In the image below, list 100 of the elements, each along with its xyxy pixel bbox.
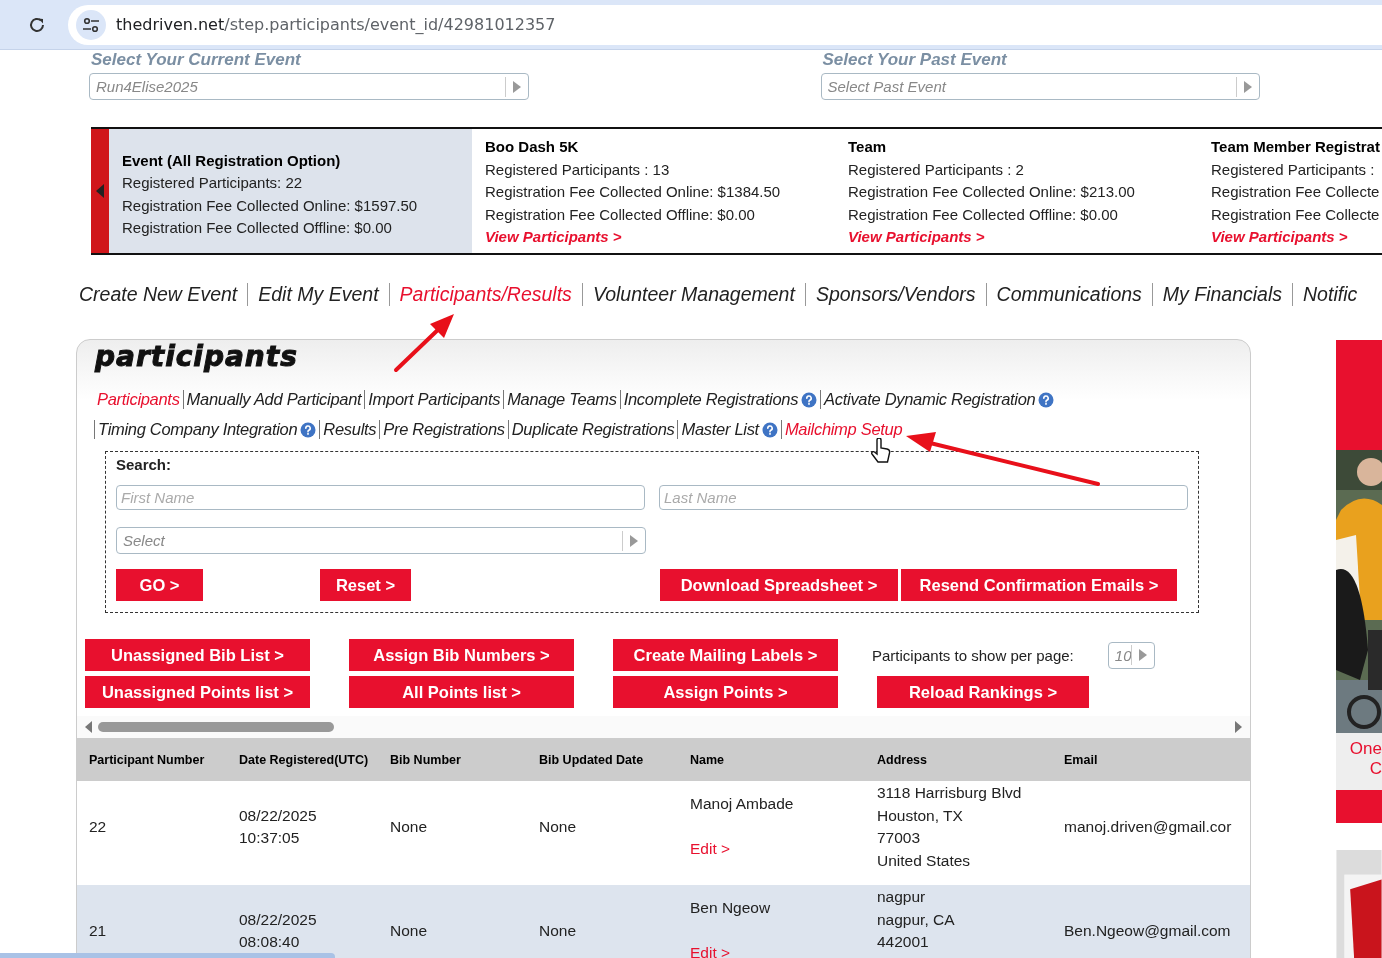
ad-text: One (1349, 739, 1382, 759)
horizontal-scrollbar[interactable] (77, 716, 1250, 738)
per-page-dropdown[interactable]: 10 (1107, 641, 1156, 669)
help-icon[interactable] (761, 421, 778, 438)
event-title: Team Member Registrat (1211, 137, 1380, 157)
scroll-left-icon[interactable] (85, 721, 92, 733)
action-button[interactable]: Unassigned Points list > (85, 676, 310, 708)
sub-nav-link[interactable]: Master List (677, 420, 781, 439)
sub-nav-link[interactable]: Timing Company Integration (94, 420, 320, 439)
view-participants-link[interactable]: View Participants > (1211, 226, 1348, 249)
sub-nav-link[interactable]: Results (319, 420, 380, 439)
action-button[interactable]: Unassigned Bib List > (85, 639, 310, 671)
left-arrow-icon[interactable] (96, 184, 104, 198)
table-cell: None (378, 885, 527, 958)
site-settings-icon[interactable] (82, 16, 100, 33)
sub-nav-link[interactable]: Participants (94, 390, 183, 409)
action-button[interactable]: Resend Confirmation Emails > (901, 569, 1177, 601)
date-text: 08/22/2025 (239, 909, 317, 930)
nav-link[interactable]: Volunteer Management (581, 283, 805, 306)
event-stat: Registration Fee Collecte (1211, 204, 1380, 225)
date-text: 08/22/2025 (239, 805, 317, 826)
nav-link[interactable]: Notific (1292, 283, 1368, 306)
event-dropdown[interactable]: Run4Elise2025 (89, 73, 529, 100)
event-stat: Registration Fee Collected Offline: $0.00 (848, 204, 1118, 225)
scroll-right-icon[interactable] (1235, 721, 1242, 733)
edit-link[interactable]: Edit > (690, 941, 731, 958)
dropdown-arrow-icon (1244, 80, 1252, 93)
event-stat: Registered Participants : 13 (485, 159, 670, 180)
hand-cursor-icon (870, 438, 892, 466)
help-icon[interactable] (801, 391, 818, 408)
table-cell: Ben.Ngeow@gmail.com (1052, 885, 1250, 958)
last-name-field[interactable]: Last Name (659, 485, 1188, 510)
scrollbar-thumb[interactable] (98, 722, 334, 732)
help-icon[interactable] (1038, 391, 1055, 408)
ad-text: C (1369, 759, 1382, 779)
filter-dropdown[interactable]: Select (116, 527, 646, 554)
url-text[interactable]: thedriven.net/step.participants/event_id/42981012357 (116, 15, 556, 34)
date-text: 08:08:40 (239, 932, 300, 952)
address-bar[interactable]: thedriven.net/step.participants/event_id/42981012357 (68, 4, 1382, 45)
first-name-field[interactable]: First Name (116, 485, 645, 510)
column-header[interactable]: Email (1052, 738, 1250, 781)
annotation-arrow (392, 312, 456, 374)
sub-nav-link[interactable]: Duplicate Registrations (507, 420, 678, 439)
action-button[interactable]: Reload Rankings > (877, 676, 1089, 708)
per-page-label: Participants to show per page: (872, 646, 1074, 664)
event-dropdown[interactable]: Select Past Event (820, 73, 1260, 100)
column-header[interactable]: Bib Updated Date (527, 738, 678, 781)
date-text: 10:37:05 (239, 828, 300, 848)
nav-link[interactable]: Participants/Results (388, 283, 582, 306)
nav-link[interactable]: Edit My Event (247, 283, 389, 306)
event-title: Event (All Registration Option) (122, 150, 341, 171)
event-stat: Registered Participants : (1211, 159, 1375, 180)
reload-icon[interactable] (28, 15, 46, 34)
edit-link[interactable]: Edit > (690, 837, 731, 860)
search-button[interactable]: GO > (116, 569, 203, 601)
address-line: 3118 Harrisburg Blvd (877, 783, 1022, 803)
action-button[interactable]: Assign Bib Numbers > (349, 639, 574, 671)
column-header[interactable]: Participant Number (77, 738, 227, 781)
carousel-previous-button[interactable] (91, 129, 109, 253)
address-line: 77003 (877, 828, 921, 848)
event-stat: Registration Fee Collected Offline: $0.00 (485, 204, 755, 225)
view-participants-link[interactable]: View Participants > (848, 226, 985, 249)
dropdown-arrow-icon (512, 80, 521, 93)
action-button[interactable]: Download Spreadsheet > (660, 569, 898, 601)
search-label: Search: (116, 456, 173, 474)
action-button[interactable]: Create Mailing Labels > (613, 639, 838, 671)
event-stat: Registration Fee Collected Online: $213.00 (848, 182, 1135, 202)
event-stat: Registration Fee Collected Online: $1597.50 (122, 195, 418, 216)
sub-nav-link[interactable]: Manually Add Participant (182, 390, 365, 409)
sub-nav-link[interactable]: Incomplete Registrations (619, 390, 821, 409)
view-participants-link[interactable]: View Participants > (485, 226, 622, 249)
sub-nav-link[interactable]: Activate Dynamic Registration (820, 390, 1058, 409)
nav-link[interactable]: Sponsors/Vendors (804, 283, 986, 306)
column-header[interactable]: Address (865, 738, 1052, 781)
address-line: nagpur (877, 887, 926, 907)
event-stat: Registration Fee Collected Offline: $0.00 (122, 218, 392, 238)
field-label: Select Your Past Event (822, 50, 1007, 70)
action-button[interactable]: All Points list > (349, 676, 574, 708)
event-stat: Registration Fee Collecte (1211, 182, 1380, 202)
event-title: Team (848, 137, 887, 157)
nav-link[interactable]: Create New Event (79, 283, 248, 306)
participant-name: Ben Ngeow (690, 898, 771, 918)
address-line: 442001 (877, 932, 929, 952)
nav-link[interactable]: My Financials (1151, 283, 1293, 306)
help-icon[interactable] (300, 421, 317, 438)
search-button[interactable]: Reset > (320, 569, 411, 601)
action-button[interactable]: Assign Points > (613, 676, 838, 708)
sub-nav-link[interactable]: Pre Registrations (379, 420, 508, 439)
nav-link[interactable]: Communications (985, 283, 1152, 306)
field-label: Select Your Current Event (91, 50, 301, 70)
event-title: Boo Dash 5K (485, 137, 579, 157)
address-line: Houston, TX (877, 805, 963, 826)
sub-nav-link[interactable]: Import Participants (364, 390, 504, 409)
column-header[interactable]: Bib Number (378, 738, 527, 781)
column-header[interactable]: Date Registered(UTC) (227, 738, 378, 781)
sub-nav-link[interactable]: Manage Teams (503, 390, 620, 409)
address-line: nagpur, CA (877, 909, 955, 930)
sidebar-ad[interactable]: One C (1336, 340, 1382, 823)
column-header[interactable]: Name (678, 738, 865, 781)
dropdown-arrow-icon (630, 534, 638, 547)
